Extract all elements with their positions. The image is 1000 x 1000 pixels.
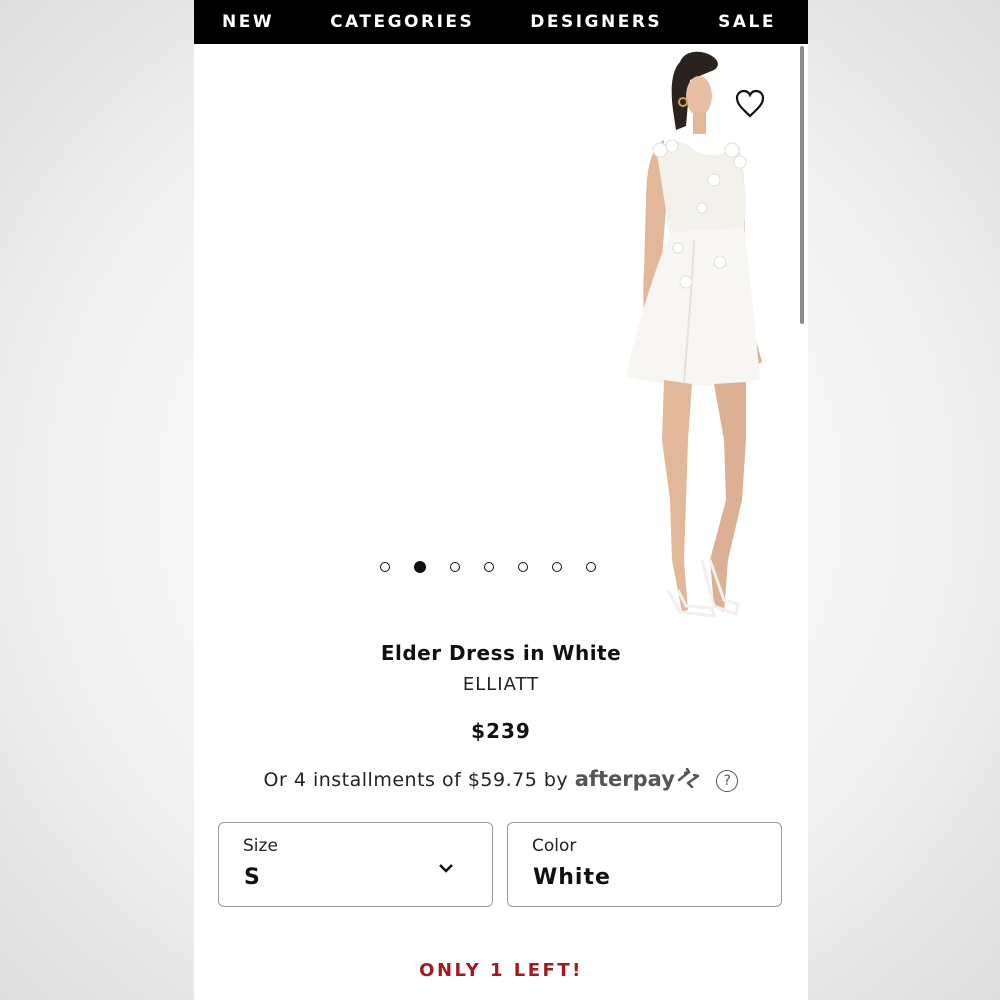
carousel-dot-2-active[interactable] [414, 561, 426, 573]
nav-designers[interactable]: DESIGNERS [530, 12, 662, 32]
carousel-dot-6[interactable] [552, 562, 562, 572]
scrollbar[interactable] [800, 46, 804, 324]
product-screen: NEW CATEGORIES DESIGNERS SALE Elder Dres… [194, 0, 808, 1000]
carousel-dot-3[interactable] [450, 562, 460, 572]
installments-info: Or 4 installments of $59.75 by afterpay … [194, 767, 808, 793]
size-value: S [244, 865, 261, 890]
top-navigation: NEW CATEGORIES DESIGNERS SALE [194, 0, 808, 44]
heart-icon[interactable] [734, 88, 766, 120]
nav-categories[interactable]: CATEGORIES [330, 12, 474, 32]
carousel-dot-7[interactable] [586, 562, 596, 572]
nav-new[interactable]: NEW [222, 12, 274, 32]
stock-warning: ONLY 1 LEFT! [419, 960, 583, 981]
chevron-down-icon [438, 859, 454, 878]
afterpay-arrows-icon [676, 767, 704, 793]
nav-sale[interactable]: SALE [718, 12, 776, 32]
afterpay-logo: afterpay [574, 767, 675, 791]
product-image[interactable] [194, 44, 808, 628]
color-selector[interactable]: Color White [507, 822, 782, 907]
size-selector[interactable]: Size S [218, 822, 493, 907]
size-label: Size [243, 836, 278, 856]
product-title: Elder Dress in White [380, 641, 622, 665]
carousel-dot-4[interactable] [484, 562, 494, 572]
carousel-dot-5[interactable] [518, 562, 528, 572]
carousel-dot-1[interactable] [380, 562, 390, 572]
color-label: Color [532, 836, 577, 856]
help-circle-icon[interactable]: ? [716, 769, 739, 792]
product-price: $239 [471, 719, 531, 743]
color-value: White [533, 865, 611, 890]
installments-text: Or 4 installments of $59.75 by [263, 769, 569, 791]
carousel-dots [380, 561, 596, 573]
product-brand[interactable]: ELLIATT [194, 674, 808, 695]
